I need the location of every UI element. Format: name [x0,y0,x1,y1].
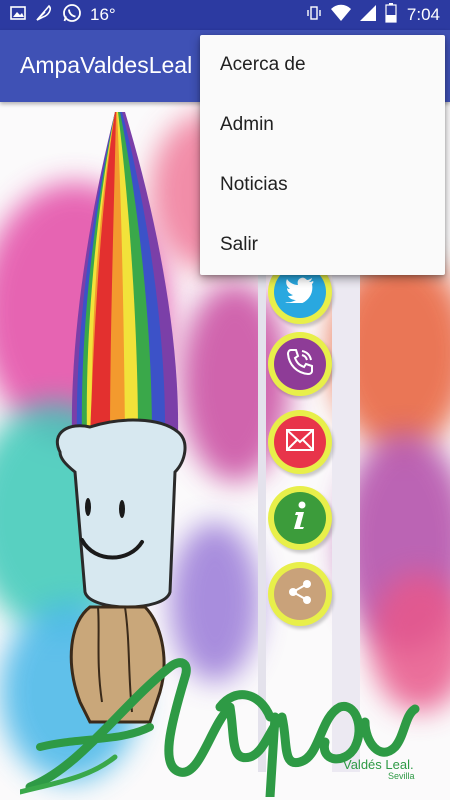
menu-item-noticias[interactable]: Noticias [200,155,445,215]
status-bar: 16° 7:04 [0,0,450,30]
menu-item-admin[interactable]: Admin [200,95,445,155]
menu-item-salir[interactable]: Salir [200,215,445,275]
app-title: AmpaValdesLeal [20,52,193,78]
status-right: 7:04 [305,2,440,28]
phone-button[interactable] [268,332,332,396]
clock-text: 7:04 [406,5,440,24]
vibrate-icon [305,4,323,27]
overflow-menu: Acerca de Admin Noticias Salir [200,35,445,275]
info-inner [274,492,326,544]
status-left: 16° [10,3,116,28]
share-button[interactable] [268,562,332,626]
image-icon [10,5,26,26]
wifi-icon [330,4,351,27]
battery-icon [385,2,397,28]
share-inner [274,568,326,620]
mail-button[interactable] [268,410,332,474]
info-icon [290,501,310,536]
brand-city: Sevilla [388,771,415,781]
feather-icon [34,3,54,28]
phone-inner [274,338,326,390]
brand-subtitle: Valdés Leal. [343,757,414,772]
temperature-text: 16° [90,5,116,24]
phone-icon [285,347,315,382]
mail-inner [274,416,326,468]
info-button[interactable] [268,486,332,550]
signal-icon [359,4,377,27]
whatsapp-icon [62,3,82,28]
twitter-icon [285,277,315,308]
menu-item-acerca-de[interactable]: Acerca de [200,35,445,95]
ampa-logo [20,658,420,797]
mail-icon [286,428,314,456]
share-icon [287,579,313,610]
